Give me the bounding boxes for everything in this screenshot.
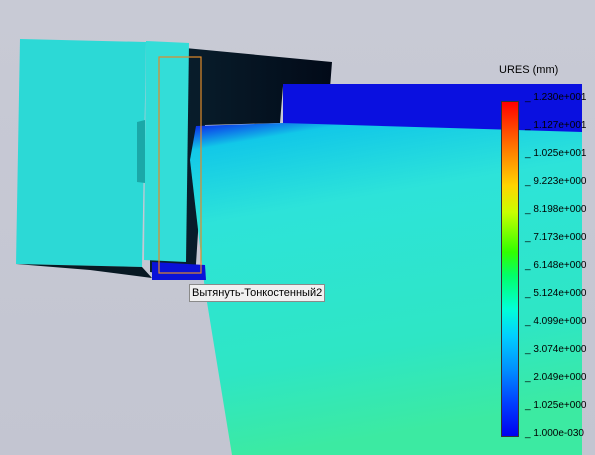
legend-tick: _ 5.124e+000	[525, 288, 587, 299]
plate-notch	[137, 120, 145, 183]
legend-tick: _ 3.074e+000	[525, 344, 587, 355]
legend-tick: _ 7.173e+000	[525, 232, 587, 243]
front-plate-face	[144, 41, 189, 262]
legend-tick: _ 1.230e+001	[525, 92, 587, 103]
legend-tick: _ 1.025e+000	[525, 400, 587, 411]
legend-title: URES (mm)	[499, 64, 559, 76]
legend-tick: _ 1.025e+001	[525, 148, 587, 159]
left-block-face	[16, 39, 146, 267]
legend-tick: _ 9.223e+000	[525, 176, 587, 187]
legend-tick: _ 2.049e+000	[525, 372, 587, 383]
feature-tooltip: Вытянуть-Тонкостенный2	[189, 284, 326, 302]
model-geometry[interactable]	[16, 39, 582, 455]
legend-tick: _ 1.127e+001	[525, 120, 587, 131]
legend-tick: _ 1.000e-030	[525, 428, 584, 439]
legend-tick: _ 8.198e+000	[525, 204, 587, 215]
legend-colorbar	[501, 101, 519, 437]
blue-lower-bracket	[152, 262, 206, 280]
legend-tick: _ 4.099e+000	[525, 316, 587, 327]
legend-tick: _ 6.148e+000	[525, 260, 587, 271]
